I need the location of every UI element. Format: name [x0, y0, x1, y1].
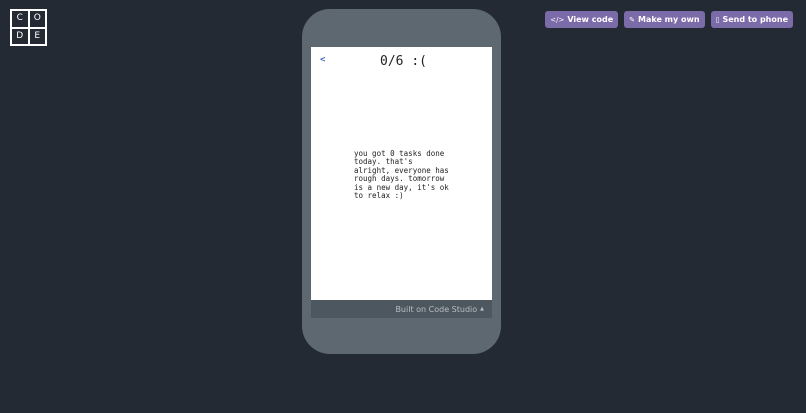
make-my-own-button[interactable]: ✎ Make my own	[624, 11, 705, 28]
phone-icon: ▯	[715, 15, 720, 24]
make-my-own-label: Make my own	[638, 15, 700, 24]
logo-letter-d: D	[12, 28, 28, 44]
built-on-code-studio-bar[interactable]: Built on Code Studio ▲	[311, 300, 492, 318]
logo-letter-c: C	[12, 11, 28, 27]
view-code-button[interactable]: </> View code	[545, 11, 619, 28]
phone-frame: < 0/6 :( you got 0 tasks done today. tha…	[302, 9, 501, 354]
caret-up-icon: ▲	[480, 306, 484, 312]
send-to-phone-label: Send to phone	[722, 15, 788, 24]
header-toolbar: </> View code ✎ Make my own ▯ Send to ph…	[545, 11, 793, 28]
built-on-label: Built on Code Studio	[395, 304, 478, 314]
send-to-phone-button[interactable]: ▯ Send to phone	[710, 11, 793, 28]
summary-message: you got 0 tasks done today. that's alrig…	[354, 149, 449, 201]
score-label: 0/6 :(	[380, 54, 427, 69]
view-code-label: View code	[567, 15, 614, 24]
logo-letter-e: E	[29, 28, 45, 44]
code-icon: </>	[550, 15, 565, 24]
code-org-logo[interactable]: C O D E	[10, 9, 47, 46]
app-screen[interactable]: < 0/6 :( you got 0 tasks done today. tha…	[311, 47, 492, 300]
logo-letter-o: O	[29, 11, 45, 27]
edit-icon: ✎	[629, 15, 635, 24]
